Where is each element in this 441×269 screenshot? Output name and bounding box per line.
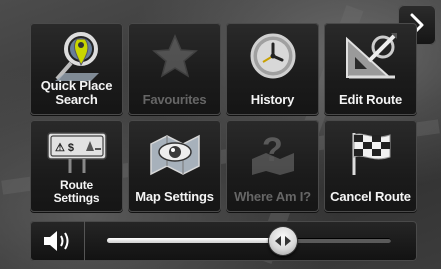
quick-place-search-label-line1: Quick Place	[40, 78, 113, 93]
route-settings-label-line1: Route	[60, 178, 93, 192]
star-icon	[151, 34, 198, 78]
quick-place-search-icon	[54, 32, 99, 81]
edit-route-label: Edit Route	[339, 92, 402, 107]
where-am-i-icon: ?	[251, 131, 294, 175]
route-settings-button[interactable]: ⚠ $ Route Settings	[30, 120, 123, 212]
map-settings-label: Map Settings	[135, 189, 214, 204]
cancel-route-label: Cancel Route	[330, 189, 411, 204]
favourites-button[interactable]: Favourites	[128, 23, 221, 115]
menu-grid: Quick Place Search Favourites History Ed…	[30, 23, 417, 219]
quick-place-search-button[interactable]: Quick Place Search	[30, 23, 123, 115]
volume-slider-handle[interactable]	[269, 227, 297, 255]
map-eye-icon	[149, 134, 200, 176]
cancel-route-button[interactable]: Cancel Route	[324, 120, 417, 212]
where-am-i-button[interactable]: ? Where Am I?	[226, 120, 319, 212]
road-sign-icon: ⚠ $	[46, 132, 107, 173]
where-am-i-label: Where Am I?	[234, 189, 311, 204]
slider-arrows-icon	[275, 236, 291, 246]
volume-bar	[30, 221, 417, 261]
map-settings-button[interactable]: Map Settings	[128, 120, 221, 212]
favourites-label: Favourites	[142, 92, 207, 107]
edit-route-button[interactable]: Edit Route	[324, 23, 417, 115]
quick-place-search-label-line2: Search	[55, 92, 98, 107]
history-button[interactable]: History	[226, 23, 319, 115]
history-label: History	[250, 92, 295, 107]
mute-toggle-button[interactable]	[30, 221, 85, 261]
checkered-flag-icon	[352, 133, 390, 175]
edit-route-icon	[345, 33, 397, 79]
clock-icon	[250, 33, 295, 79]
speaker-icon	[44, 231, 69, 251]
volume-slider-fill	[107, 238, 283, 243]
volume-slider-track[interactable]	[107, 227, 391, 255]
svg-text:?: ?	[262, 131, 283, 169]
svg-text:⚠ $: ⚠ $	[55, 142, 74, 154]
route-settings-label-line2: Settings	[53, 191, 100, 205]
